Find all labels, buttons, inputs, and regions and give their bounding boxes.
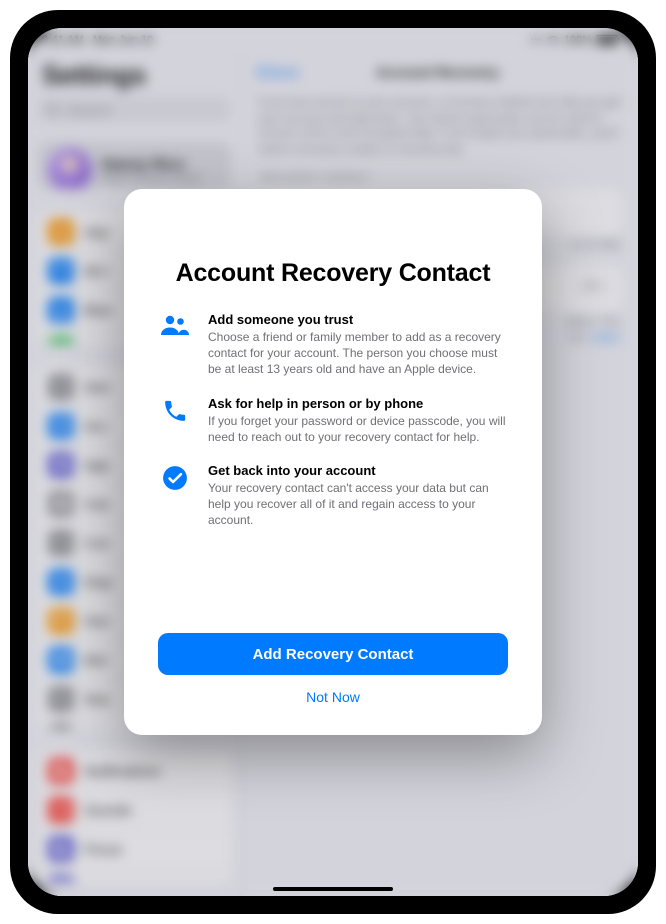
- feature-ask-help: Ask for help in person or by phone If yo…: [158, 396, 508, 445]
- feature-trust: Add someone you trust Choose a friend or…: [158, 312, 508, 378]
- feature-get-back: Get back into your account Your recovery…: [158, 463, 508, 529]
- phone-icon: [158, 396, 192, 445]
- home-indicator[interactable]: [273, 887, 393, 891]
- account-recovery-contact-sheet: Account Recovery Contact Add someone you…: [124, 189, 542, 735]
- people-icon: [158, 312, 192, 378]
- add-recovery-contact-button[interactable]: Add Recovery Contact: [158, 633, 508, 675]
- sheet-title: Account Recovery Contact: [158, 259, 508, 288]
- checkmark-circle-icon: [158, 463, 192, 529]
- not-now-button[interactable]: Not Now: [158, 679, 508, 715]
